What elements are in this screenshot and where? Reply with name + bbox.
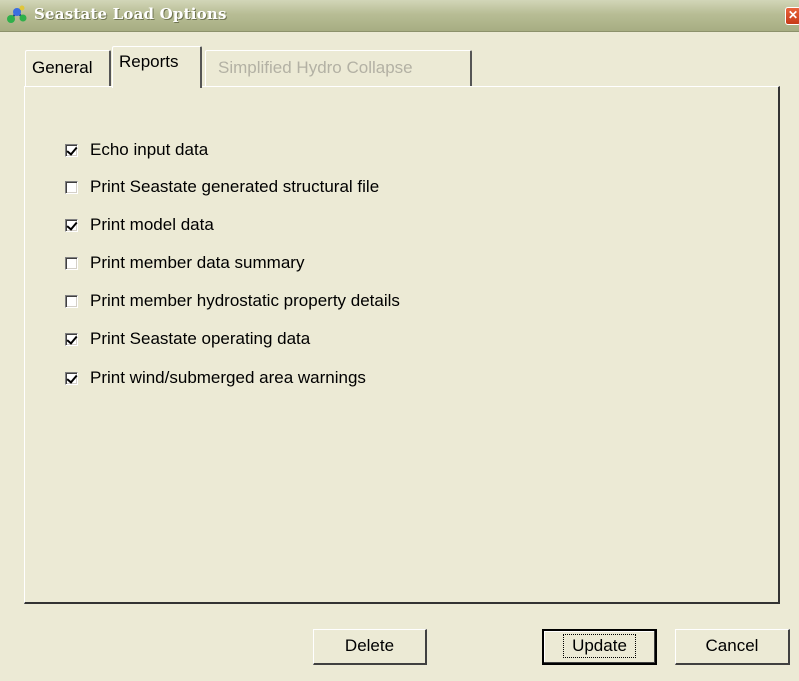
tab-reports[interactable]: Reports: [112, 46, 202, 88]
print-hydrostatic-details-checkbox[interactable]: Print member hydrostatic property detail…: [65, 289, 400, 313]
checkbox-box[interactable]: [65, 256, 78, 270]
print-model-data-checkbox[interactable]: Print model data: [65, 213, 214, 237]
tab-simplified-hydro-collapse[interactable]: Simplified Hydro Collapse: [205, 50, 472, 86]
print-member-summary-checkbox[interactable]: Print member data summary: [65, 251, 304, 275]
checkbox-box[interactable]: [65, 143, 78, 157]
checkbox-label: Print model data: [90, 215, 214, 234]
tab-simplified-hydro-collapse-label: Simplified Hydro Collapse: [218, 58, 413, 77]
delete-button[interactable]: Delete: [313, 629, 427, 665]
close-icon: ✕: [787, 8, 799, 22]
cancel-button[interactable]: Cancel: [675, 629, 790, 665]
tab-general-label: General: [32, 58, 93, 77]
checkbox-label: Print member hydrostatic property detail…: [90, 291, 400, 310]
close-button[interactable]: ✕: [785, 7, 799, 25]
checkbox-box[interactable]: [65, 218, 78, 232]
echo-input-data-checkbox[interactable]: Echo input data: [65, 138, 208, 162]
tab-general[interactable]: General: [25, 50, 111, 86]
print-structural-file-checkbox[interactable]: Print Seastate generated structural file: [65, 175, 379, 199]
checkbox-box[interactable]: [65, 332, 78, 346]
tab-reports-label: Reports: [119, 52, 179, 71]
checkbox-box[interactable]: [65, 180, 78, 194]
app-molecule-icon: [7, 5, 27, 23]
update-button-label: Update: [563, 634, 636, 658]
update-button[interactable]: Update: [542, 629, 657, 665]
checkbox-label: Print wind/submerged area warnings: [90, 368, 366, 387]
checkbox-label: Print Seastate operating data: [90, 329, 311, 348]
window-title: Seastate Load Options: [34, 5, 227, 23]
print-area-warnings-checkbox[interactable]: Print wind/submerged area warnings: [65, 366, 366, 390]
checkbox-label: Print Seastate generated structural file: [90, 177, 380, 196]
checkbox-label: Echo input data: [90, 140, 209, 159]
print-operating-data-checkbox[interactable]: Print Seastate operating data: [65, 327, 310, 351]
checkbox-label: Print member data summary: [90, 253, 305, 272]
title-bar[interactable]: Seastate Load Options ✕: [0, 0, 799, 32]
checkbox-box[interactable]: [65, 294, 78, 308]
checkbox-box[interactable]: [65, 371, 78, 385]
